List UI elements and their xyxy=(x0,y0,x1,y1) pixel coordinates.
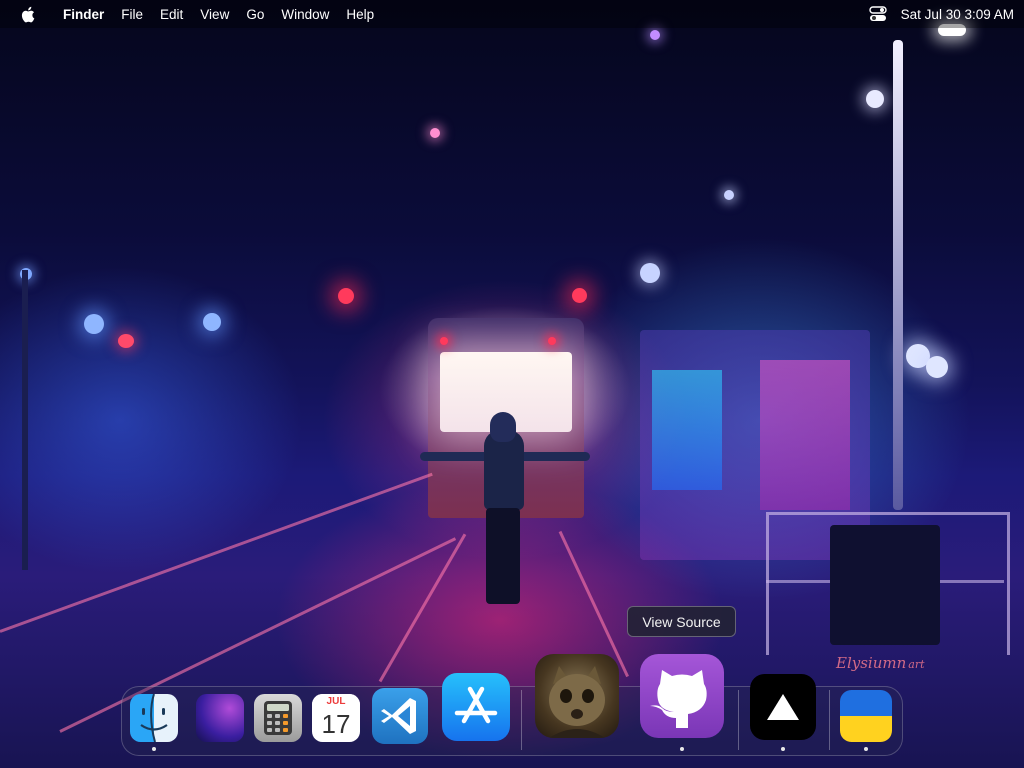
bokeh-light xyxy=(866,90,884,108)
dock-item-app-store[interactable] xyxy=(442,673,510,741)
street-lamp-post xyxy=(893,40,903,510)
ukraine-flag-icon xyxy=(840,690,892,742)
person-body xyxy=(484,430,524,510)
bokeh-light xyxy=(572,288,587,303)
control-center-icon[interactable] xyxy=(868,6,887,22)
bokeh-light xyxy=(724,190,734,200)
vercel-icon xyxy=(750,674,816,740)
menu-file[interactable]: File xyxy=(121,7,143,22)
finder-icon xyxy=(130,694,178,742)
tram-light xyxy=(548,337,556,345)
street-lamp-post xyxy=(22,270,28,570)
dock-tooltip: View Source xyxy=(627,606,736,637)
running-indicator xyxy=(680,747,684,751)
dock-item-finder[interactable] xyxy=(130,694,178,742)
app-store-icon xyxy=(442,673,510,741)
glowing-booth xyxy=(652,370,722,490)
bokeh-light xyxy=(640,263,660,283)
dock-item-calendar[interactable]: JUL 17 xyxy=(312,694,360,742)
dock-item-vercel[interactable] xyxy=(750,674,816,740)
menu-bar-clock[interactable]: Sat Jul 30 3:09 AM xyxy=(901,7,1014,22)
running-indicator xyxy=(864,747,868,751)
menu-view[interactable]: View xyxy=(200,7,229,22)
person-hood xyxy=(490,412,516,442)
dock-separator xyxy=(829,690,830,750)
bokeh-light xyxy=(118,334,134,348)
tram-light xyxy=(440,337,448,345)
running-indicator xyxy=(152,747,156,751)
menu-go[interactable]: Go xyxy=(246,7,264,22)
github-icon xyxy=(640,654,724,738)
dock-item-calculator[interactable] xyxy=(254,694,302,742)
dock-item-vscode[interactable] xyxy=(372,688,428,744)
trash-bin xyxy=(830,525,940,645)
person-legs xyxy=(486,508,520,604)
dock-item-github[interactable] xyxy=(640,654,724,738)
bokeh-light xyxy=(926,356,948,378)
menu-window[interactable]: Window xyxy=(281,7,329,22)
dock-item-ukraine[interactable] xyxy=(840,690,892,742)
bokeh-light xyxy=(203,313,221,331)
running-indicator xyxy=(781,747,785,751)
menu-help[interactable]: Help xyxy=(346,7,374,22)
menu-edit[interactable]: Edit xyxy=(160,7,183,22)
bokeh-light xyxy=(84,314,104,334)
calendar-icon: JUL 17 xyxy=(312,694,360,742)
apple-logo-icon[interactable] xyxy=(20,5,36,23)
calculator-icon xyxy=(254,694,302,742)
wallpaper-app-icon xyxy=(196,694,244,742)
menu-app-name[interactable]: Finder xyxy=(63,7,104,22)
cat-photo-icon xyxy=(535,654,619,738)
bokeh-light xyxy=(338,288,354,304)
dock-separator xyxy=(521,690,522,750)
wallpaper-watermark: Elysiumn art xyxy=(836,654,925,672)
tram-rail xyxy=(0,472,433,633)
dock-item-cat[interactable] xyxy=(535,654,619,738)
desktop-wallpaper: Elysiumn art xyxy=(0,0,1024,768)
bokeh-light xyxy=(430,128,440,138)
dock-item-monterey[interactable] xyxy=(196,694,244,742)
bokeh-light xyxy=(650,30,660,40)
glowing-booth xyxy=(760,360,850,510)
dock-separator xyxy=(738,690,739,750)
menu-bar: Finder File Edit View Go Window Help Sat… xyxy=(0,0,1024,28)
calendar-day: 17 xyxy=(321,709,351,739)
vscode-icon xyxy=(372,688,428,744)
